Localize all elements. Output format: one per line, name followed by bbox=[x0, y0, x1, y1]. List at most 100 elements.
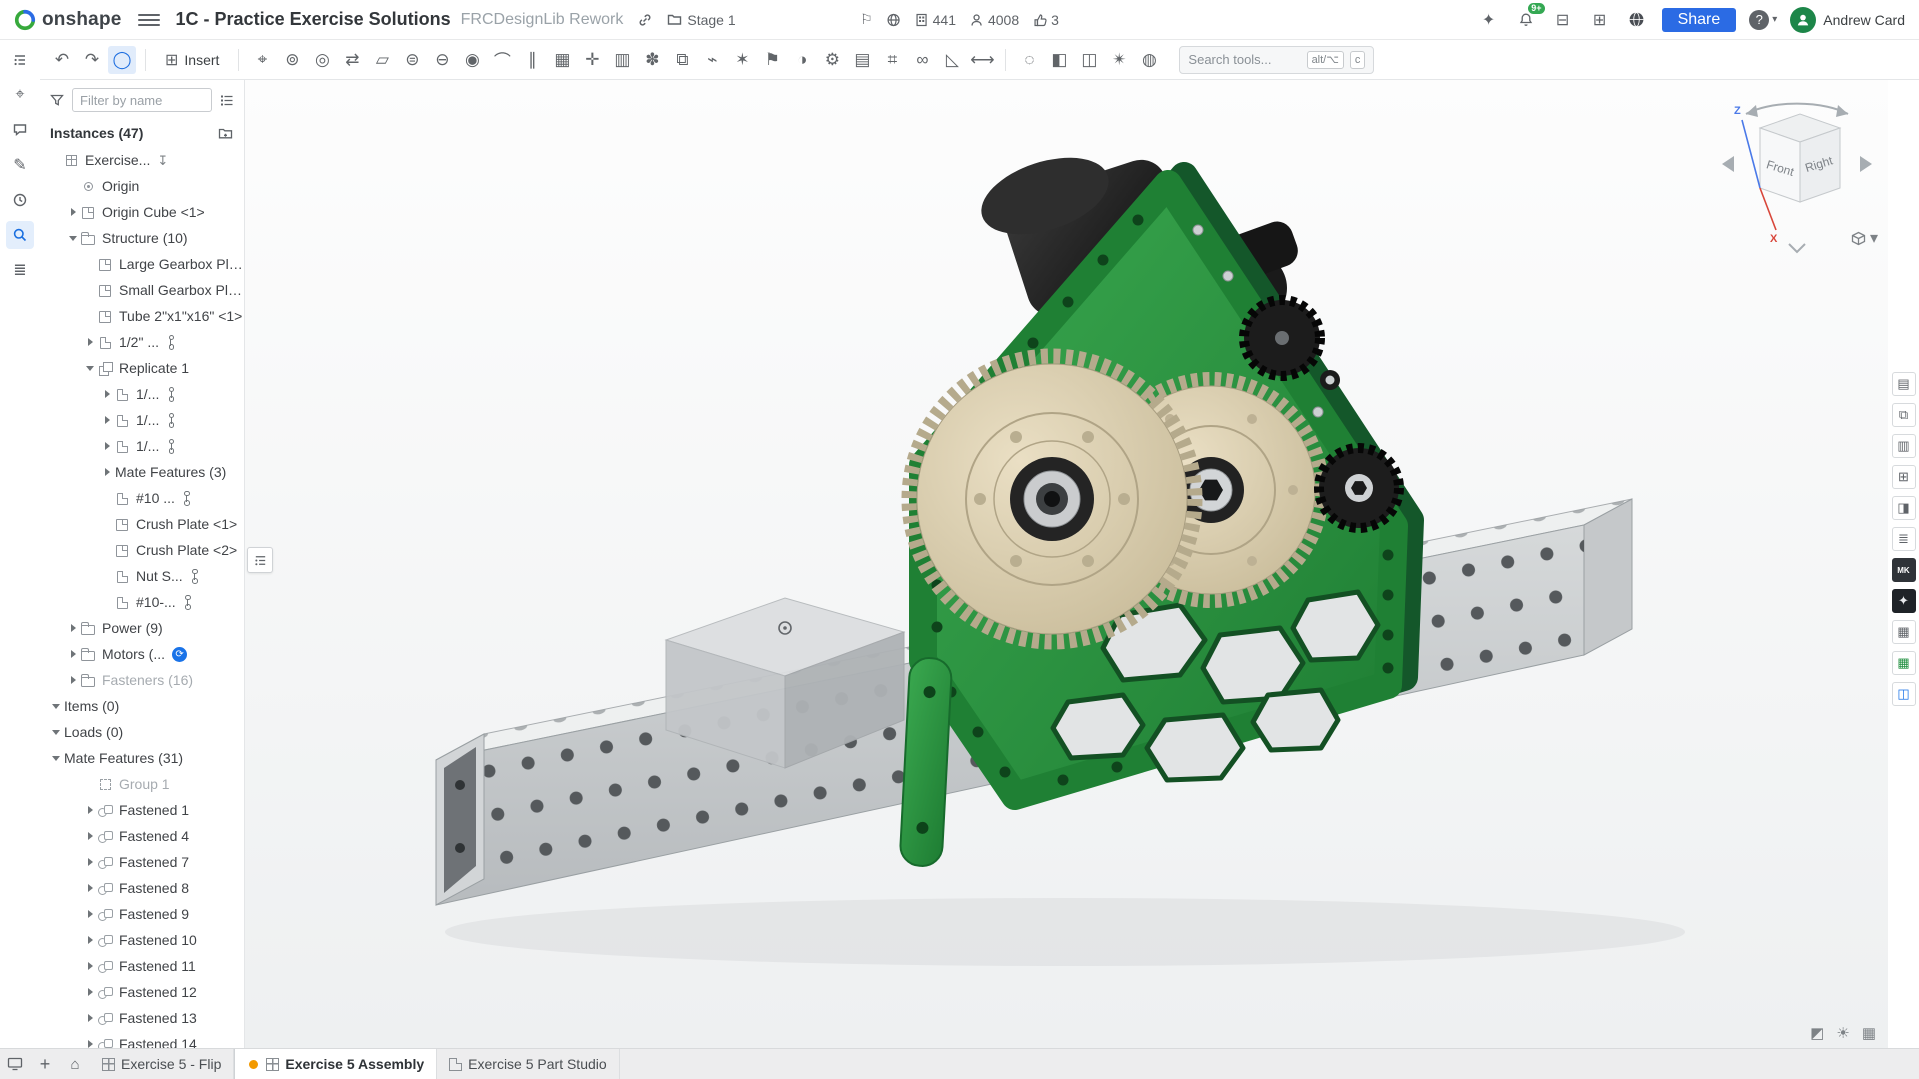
frames-icon[interactable]: ⌗ bbox=[878, 46, 906, 74]
hide-show-icon[interactable]: ◍ bbox=[1135, 46, 1163, 74]
tree-item-crush-plate-1[interactable]: Crush Plate <1> bbox=[46, 511, 244, 537]
search-icon[interactable] bbox=[6, 221, 34, 249]
dots-icon[interactable] bbox=[166, 413, 175, 428]
followers-stat[interactable]: 4008 bbox=[970, 12, 1019, 28]
app-store-icon[interactable]: ⊞ bbox=[1588, 8, 1612, 32]
history-icon[interactable] bbox=[6, 186, 34, 214]
display-panel-icon[interactable]: ◨ bbox=[1892, 496, 1916, 520]
roll-right-arrow-icon[interactable] bbox=[1836, 105, 1848, 117]
tree-item-fastened-11[interactable]: Fastened 11 bbox=[46, 953, 244, 979]
caret-icon[interactable] bbox=[67, 673, 81, 687]
tree-item-fastened-8[interactable]: Fastened 8 bbox=[46, 875, 244, 901]
mkcad-app-icon[interactable]: MK bbox=[1892, 558, 1916, 582]
caret-icon[interactable] bbox=[84, 361, 98, 375]
search-tools[interactable]: alt/⌥ c bbox=[1179, 46, 1374, 74]
tree-item-tube-2-x1-x16-1[interactable]: Tube 2"x1"x16" <1> bbox=[46, 303, 244, 329]
parallel-relation-icon[interactable]: ∥ bbox=[518, 46, 546, 74]
tree-item-group-1[interactable]: Group 1 bbox=[46, 771, 244, 797]
pin-slot-mate-icon[interactable]: ⊖ bbox=[428, 46, 456, 74]
tree-item-fastened-1[interactable]: Fastened 1 bbox=[46, 797, 244, 823]
assembly-3d-view[interactable] bbox=[245, 80, 1888, 1048]
tree-item-fastened-14[interactable]: Fastened 14 bbox=[46, 1031, 244, 1048]
tables-panel-icon[interactable]: ≣ bbox=[1892, 527, 1916, 551]
caret-icon[interactable] bbox=[101, 387, 115, 401]
sync-icon[interactable]: ⟳ bbox=[172, 647, 187, 662]
tree-item-10[interactable]: #10 ... bbox=[46, 485, 244, 511]
display-states-icon[interactable]: ◑ bbox=[788, 46, 816, 74]
user-menu[interactable]: Andrew Card bbox=[1790, 7, 1905, 33]
configurations-icon[interactable]: ⚙ bbox=[818, 46, 846, 74]
tree-item-large-gearbox-pla[interactable]: Large Gearbox Pla... bbox=[46, 251, 244, 277]
tree-item-fastened-13[interactable]: Fastened 13 bbox=[46, 1005, 244, 1031]
caret-icon[interactable] bbox=[84, 933, 98, 947]
caret-icon[interactable] bbox=[67, 231, 81, 245]
list-view-icon[interactable] bbox=[218, 91, 236, 109]
viewport[interactable]: Front Right Z X ▾ ◩☀▦ bbox=[245, 80, 1888, 1048]
tab-exercise-5-flip[interactable]: Exercise 5 - Flip bbox=[90, 1049, 234, 1079]
tree-item-power-9[interactable]: Power (9) bbox=[46, 615, 244, 641]
caret-icon[interactable] bbox=[101, 413, 115, 427]
tree-item-nut-s[interactable]: Nut S... bbox=[46, 563, 244, 589]
toolbox-app-icon[interactable]: ✦ bbox=[1892, 589, 1916, 613]
flag-icon[interactable]: ⚐ bbox=[860, 11, 873, 28]
tree-item-mate-features-31[interactable]: Mate Features (31) bbox=[46, 745, 244, 771]
caret-icon[interactable] bbox=[84, 855, 98, 869]
tree-item-1[interactable]: 1/... bbox=[46, 381, 244, 407]
caret-icon[interactable] bbox=[84, 907, 98, 921]
screen-share-icon[interactable] bbox=[0, 1049, 30, 1079]
caret-icon[interactable] bbox=[67, 205, 81, 219]
rotate-down-button[interactable] bbox=[1789, 244, 1805, 252]
caret-icon[interactable] bbox=[50, 751, 64, 765]
likes-stat[interactable]: 3 bbox=[1033, 12, 1059, 28]
tree-item-structure-10[interactable]: Structure (10) bbox=[46, 225, 244, 251]
tab-exercise-5-assembly[interactable]: Exercise 5 Assembly bbox=[234, 1049, 437, 1079]
replicate-icon[interactable]: ⧉ bbox=[668, 46, 696, 74]
search-tools-input[interactable] bbox=[1188, 52, 1300, 67]
group-icon[interactable]: ▦ bbox=[548, 46, 576, 74]
bom-icon[interactable]: ▤ bbox=[848, 46, 876, 74]
belts-icon[interactable]: ∞ bbox=[908, 46, 936, 74]
home-icon[interactable]: ⌂ bbox=[60, 1049, 90, 1079]
tree-item-motors[interactable]: Motors (...⟳ bbox=[46, 641, 244, 667]
explode-icon[interactable]: ✶ bbox=[728, 46, 756, 74]
rotate-left-button[interactable] bbox=[1722, 156, 1734, 172]
tree-item-1[interactable]: 1/... bbox=[46, 407, 244, 433]
caret-icon[interactable] bbox=[101, 439, 115, 453]
add-folder-icon[interactable] bbox=[216, 124, 234, 142]
dots-icon[interactable] bbox=[166, 335, 175, 350]
tree-item-crush-plate-2[interactable]: Crush Plate <2> bbox=[46, 537, 244, 563]
isolate-icon[interactable]: ◌ bbox=[1015, 46, 1043, 74]
caret-icon[interactable] bbox=[84, 881, 98, 895]
dots-icon[interactable] bbox=[183, 595, 192, 610]
instances-panel-icon[interactable] bbox=[6, 46, 34, 74]
caret-icon[interactable] bbox=[84, 1011, 98, 1025]
undo-icon[interactable]: ↶ bbox=[48, 46, 76, 74]
revolute-mate-icon[interactable]: ◎ bbox=[308, 46, 336, 74]
grid-floor-icon[interactable]: ▦ bbox=[1862, 1024, 1876, 1042]
tree-item-exercise[interactable]: Exercise...↧ bbox=[46, 147, 244, 173]
filter-icon[interactable] bbox=[48, 91, 66, 109]
dots-icon[interactable] bbox=[166, 439, 175, 454]
caret-icon[interactable] bbox=[50, 725, 64, 739]
sketch-icon[interactable]: ◯ bbox=[108, 46, 136, 74]
ai-advisor-icon[interactable]: ✦ bbox=[1477, 8, 1501, 32]
caret-icon[interactable] bbox=[50, 699, 64, 713]
sheet-metal-icon[interactable]: ◺ bbox=[938, 46, 966, 74]
help-button[interactable]: ? ▾ bbox=[1749, 8, 1777, 32]
caret-icon[interactable] bbox=[84, 335, 98, 349]
follow-mode-icon[interactable]: ⌖ bbox=[6, 81, 34, 109]
tree-item-fastened-7[interactable]: Fastened 7 bbox=[46, 849, 244, 875]
tab-exercise-5-part-studio[interactable]: Exercise 5 Part Studio bbox=[437, 1049, 620, 1079]
ball-mate-icon[interactable]: ◉ bbox=[458, 46, 486, 74]
caret-icon[interactable] bbox=[84, 1037, 98, 1048]
release-notes-icon[interactable]: ≣ bbox=[6, 256, 34, 284]
tree-item-fastened-9[interactable]: Fastened 9 bbox=[46, 901, 244, 927]
community-icon[interactable] bbox=[1625, 8, 1649, 32]
copy-link-icon[interactable] bbox=[633, 8, 657, 32]
roll-left-arrow-icon[interactable] bbox=[1746, 105, 1758, 117]
circular-pattern-icon[interactable]: ✽ bbox=[638, 46, 666, 74]
caret-icon[interactable] bbox=[84, 803, 98, 817]
dots-icon[interactable] bbox=[190, 569, 199, 584]
tree-item-fastened-10[interactable]: Fastened 10 bbox=[46, 927, 244, 953]
slider-mate-icon[interactable]: ⇄ bbox=[338, 46, 366, 74]
